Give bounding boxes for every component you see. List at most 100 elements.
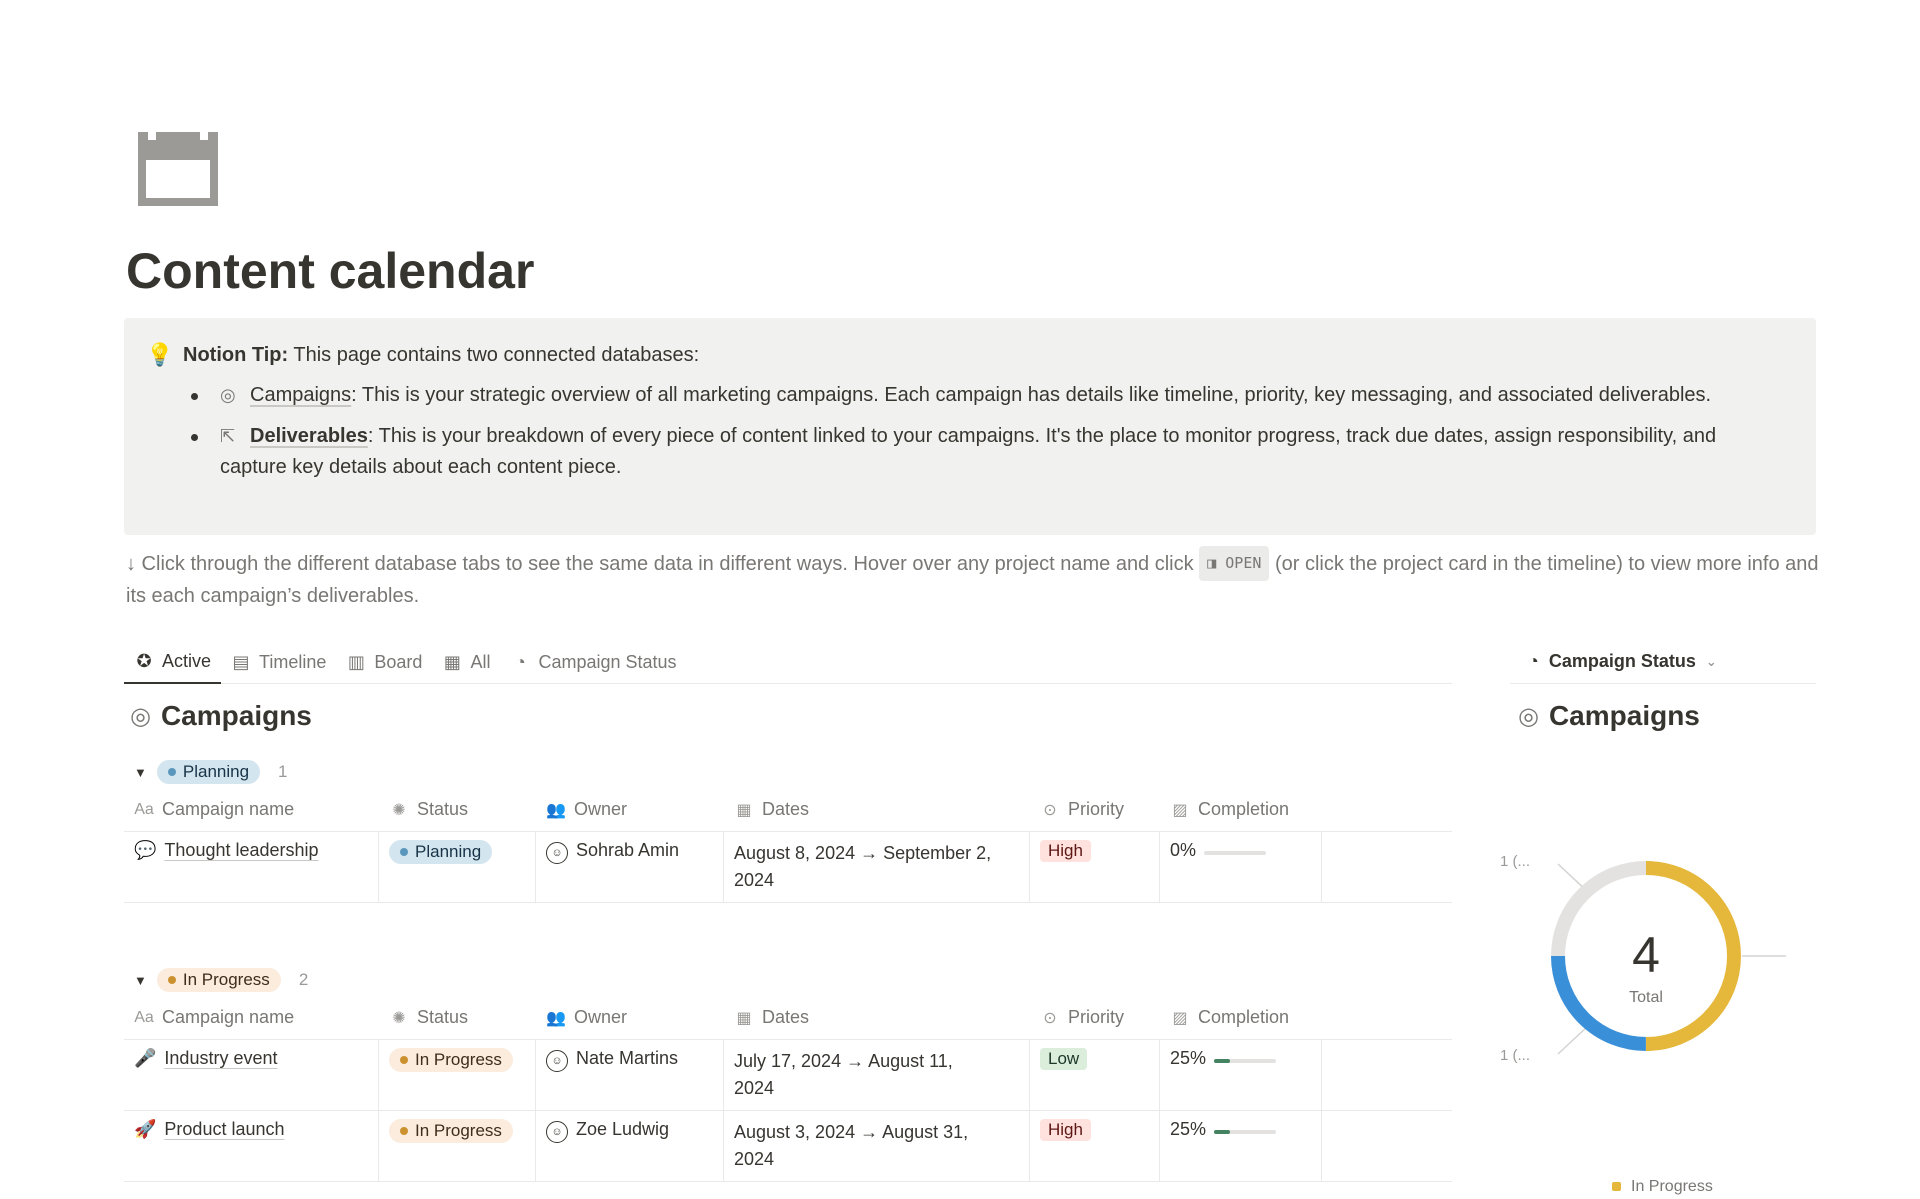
- column-label: Status: [417, 799, 469, 819]
- campaign-name[interactable]: Industry event: [164, 1048, 277, 1069]
- status-label: Planning: [415, 842, 482, 861]
- column-priority[interactable]: ⊙ Priority: [1030, 999, 1160, 1036]
- cell-priority[interactable]: High: [1030, 1111, 1160, 1181]
- donut-total-value: 4: [1632, 927, 1660, 983]
- column-dates[interactable]: ▦ Dates: [724, 999, 1030, 1036]
- column-owner[interactable]: 👥 Owner: [536, 791, 724, 828]
- cell-dates[interactable]: August 8, 2024 → September 2, 2024: [724, 832, 1030, 902]
- column-owner[interactable]: 👥 Owner: [536, 999, 724, 1036]
- calendar-small-icon: ▦: [736, 801, 752, 819]
- caret-down-icon[interactable]: ▼: [134, 973, 147, 988]
- table-row[interactable]: 🎤 Industry event In Progress ☺ Nate Martin…: [124, 1040, 1452, 1111]
- avatar: ☺: [546, 1050, 568, 1072]
- completion-bar: [1204, 851, 1267, 855]
- cell-priority[interactable]: High: [1030, 832, 1160, 902]
- status-pill: In Progress: [389, 1048, 513, 1072]
- chart-line-icon: ▨: [1172, 1009, 1188, 1027]
- column-dates[interactable]: ▦ Dates: [724, 791, 1030, 828]
- completion-bar: [1214, 1130, 1277, 1134]
- people-icon: 👥: [546, 801, 566, 819]
- chart-line-icon: ▨: [1172, 801, 1188, 819]
- column-completion[interactable]: ▨ Completion: [1160, 999, 1322, 1036]
- caret-down-icon[interactable]: ▼: [134, 765, 147, 780]
- priority-badge: High: [1040, 1119, 1091, 1141]
- group-status-pill: In Progress: [156, 968, 281, 992]
- column-status[interactable]: ✺ Status: [379, 791, 536, 828]
- side-database-title[interactable]: ◎ Campaigns: [1518, 700, 1700, 732]
- status-label: In Progress: [415, 1121, 502, 1140]
- tab-all[interactable]: ▦ All: [432, 640, 500, 684]
- tab-board[interactable]: ▥ Board: [336, 640, 432, 684]
- slice-label: 1 (...: [1500, 1047, 1530, 1064]
- tab-label: Board: [374, 651, 423, 672]
- campaign-status-view-selector[interactable]: ◔ Campaign Status ⌄: [1510, 640, 1816, 684]
- board-icon: ▥: [347, 651, 365, 672]
- cell-completion[interactable]: 0%: [1160, 832, 1322, 902]
- status-dot: [400, 848, 408, 856]
- tip-label: Notion Tip:: [183, 344, 289, 366]
- cell-completion[interactable]: 25%: [1160, 1040, 1322, 1110]
- row-spacer: [1322, 832, 1452, 902]
- cell-owner[interactable]: ☺ Zoe Ludwig: [536, 1111, 724, 1181]
- completion-fill: [1214, 1059, 1230, 1063]
- timeline-icon: ▤: [232, 651, 250, 672]
- campaign-name[interactable]: Thought leadership: [164, 840, 318, 861]
- table-header: Aa Campaign name ✺ Status 👥 Owner ▦ Dates ⊙ P…: [124, 996, 1452, 1040]
- cell-status[interactable]: Planning: [379, 832, 536, 902]
- page-title: Content calendar: [126, 243, 535, 299]
- speech-bubble-icon: 💬: [134, 840, 157, 860]
- column-name[interactable]: Aa Campaign name: [124, 791, 379, 828]
- column-status[interactable]: ✺ Status: [379, 999, 536, 1036]
- cell-name[interactable]: 💬 Thought leadership: [124, 832, 379, 902]
- status-dot: [167, 976, 176, 984]
- table-row[interactable]: 💬 Thought leadership Planning ☺ Sohrab Ami…: [124, 832, 1452, 903]
- cell-status[interactable]: In Progress: [379, 1040, 536, 1110]
- tab-campaign-status[interactable]: ◔ Campaign Status: [500, 640, 686, 684]
- tab-timeline[interactable]: ▤ Timeline: [221, 640, 336, 684]
- column-priority[interactable]: ⊙ Priority: [1030, 791, 1160, 828]
- column-label: Owner: [574, 1007, 628, 1027]
- dates-line: 2024: [734, 1149, 775, 1169]
- group-header: ▼ Planning 1: [124, 756, 1452, 788]
- cell-owner[interactable]: ☺ Sohrab Amin: [536, 832, 724, 902]
- database-title-text: Campaigns: [160, 700, 312, 731]
- instructions-text: ↓ Click through the different database t…: [126, 546, 1826, 612]
- column-label: Priority: [1068, 1007, 1125, 1027]
- chart-pie-icon: ◔: [1528, 651, 1539, 671]
- campaigns-link[interactable]: Campaigns: [250, 384, 351, 406]
- group-in-progress: ▼ In Progress 2 Aa Campaign name ✺ Status …: [124, 964, 1452, 1182]
- cell-name[interactable]: 🚀 Product launch: [124, 1111, 379, 1181]
- target-arrow-icon: ◎: [220, 385, 236, 405]
- completion-text: 25%: [1170, 1048, 1207, 1068]
- status-dot: [400, 1056, 408, 1064]
- database-title[interactable]: ◎ Campaigns: [130, 700, 312, 732]
- tab-active[interactable]: ✪ Active: [124, 640, 222, 684]
- target-icon: ◎: [130, 702, 151, 730]
- cell-owner[interactable]: ☺ Nate Martins: [536, 1040, 724, 1110]
- cell-name[interactable]: 🎤 Industry event: [124, 1040, 379, 1110]
- deliverables-link[interactable]: Deliverables: [250, 425, 368, 447]
- text-aa-icon: Aa: [134, 800, 154, 818]
- column-label: Owner: [574, 799, 628, 819]
- column-label: Dates: [762, 799, 810, 819]
- cell-completion[interactable]: 25%: [1160, 1111, 1322, 1181]
- tip-text: This page contains two connected databas…: [293, 344, 700, 366]
- dates-line: 2024: [734, 1078, 775, 1098]
- cell-dates[interactable]: July 17, 2024 → August 11, 2024: [724, 1040, 1030, 1110]
- tip-item-text: : This is your strategic overview of all…: [351, 384, 1712, 406]
- column-spacer: [1322, 802, 1452, 818]
- campaign-name[interactable]: Product launch: [164, 1119, 284, 1140]
- column-completion[interactable]: ▨ Completion: [1160, 791, 1322, 828]
- view-tabs: ✪ Active ▤ Timeline ▥ Board ▦ All ◔ Camp…: [124, 640, 1452, 684]
- select-circle-icon: ⊙: [1043, 801, 1057, 819]
- cell-dates[interactable]: August 3, 2024 → August 31, 2024: [724, 1111, 1030, 1181]
- group-status-pill: Planning: [156, 760, 261, 784]
- status-dot: [400, 1127, 408, 1135]
- completion-text: 0%: [1170, 840, 1197, 860]
- table-row[interactable]: 🚀 Product launch In Progress ☺ Zoe Ludwig …: [124, 1111, 1452, 1182]
- cell-status[interactable]: In Progress: [379, 1111, 536, 1181]
- column-name[interactable]: Aa Campaign name: [124, 999, 379, 1036]
- tip-item-text: : This is your breakdown of every piece …: [220, 425, 1717, 478]
- side-title-text: Campaigns: [1548, 700, 1700, 731]
- cell-priority[interactable]: Low: [1030, 1040, 1160, 1110]
